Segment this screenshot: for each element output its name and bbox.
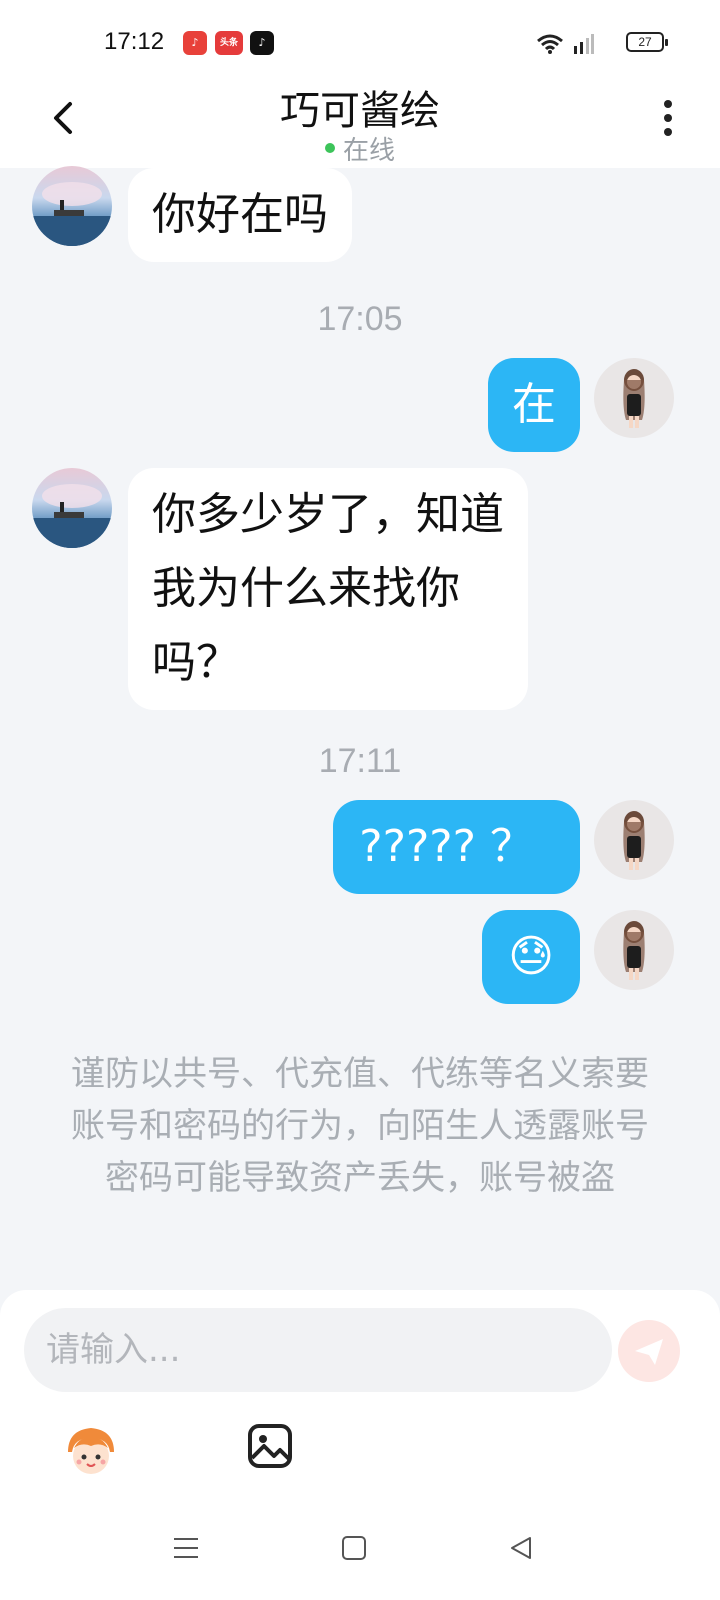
image-icon [248, 1424, 292, 1468]
signal-icon [574, 34, 594, 54]
message-timestamp: 17:05 [317, 300, 403, 338]
system-navigation-bar [0, 1510, 720, 1600]
send-icon [635, 1339, 663, 1365]
avatar-image [623, 921, 645, 980]
online-dot-icon [324, 142, 335, 153]
message-bubble[interactable]: 你多少岁了，知道 我为什么来找你 吗？ [128, 468, 528, 710]
status-bar: 17:12 ♪ 头条 ♪ 27 [0, 0, 720, 78]
peer-avatar[interactable] [32, 166, 112, 246]
status-time: 17:12 [104, 28, 165, 55]
image-button[interactable] [246, 1422, 294, 1470]
my-avatar[interactable] [594, 800, 674, 880]
message-bubble[interactable]: 你好在吗 [128, 168, 352, 262]
avatar-image [623, 811, 645, 870]
avatar-image [32, 484, 112, 548]
wifi-icon [537, 34, 563, 54]
chat-header: 巧可酱绘 在线 [0, 78, 720, 168]
more-options-button[interactable] [656, 100, 680, 140]
online-status: 在线 [0, 130, 720, 167]
tiktok-app-icon: ♪ [250, 31, 274, 55]
back-nav-icon[interactable] [502, 1528, 542, 1568]
sticker-icon [68, 1428, 114, 1474]
battery-icon: 27 [626, 32, 668, 52]
message-list[interactable]: 你好在吗 17:05 在 你多少岁了，知道 我为什么来找你 吗？ 17:11 ?… [0, 166, 720, 1288]
message-bubble[interactable]: 在 [488, 358, 580, 452]
message-timestamp: 17:11 [318, 742, 402, 780]
emoji-button[interactable] [60, 1418, 122, 1480]
more-dot [664, 128, 672, 136]
message-input[interactable] [24, 1308, 612, 1392]
contact-name: 巧可酱绘 [280, 88, 440, 134]
send-button[interactable] [618, 1320, 680, 1382]
avatar-image [32, 182, 112, 246]
message-bubble-emoji[interactable]: 😓 [482, 910, 580, 1004]
music-app-icon: ♪ [183, 31, 207, 55]
security-notice: 谨防以共号、代充值、代练等名义索要账号和密码的行为，向陌生人透露账号密码可能导致… [71, 1054, 649, 1198]
my-avatar[interactable] [594, 358, 674, 438]
more-dot [664, 114, 672, 122]
my-avatar[interactable] [594, 910, 674, 990]
avatar-image [623, 369, 645, 428]
status-indicators: 27 [504, 30, 668, 56]
online-status-label: 在线 [342, 136, 395, 166]
more-dot [664, 100, 672, 108]
home-icon[interactable] [334, 1528, 374, 1568]
toutiao-app-icon: 头条 [215, 31, 243, 55]
menu-icon[interactable] [166, 1528, 206, 1568]
message-bubble[interactable]: ????? ？ [333, 800, 580, 894]
input-panel [0, 1290, 720, 1600]
peer-avatar[interactable] [32, 468, 112, 548]
